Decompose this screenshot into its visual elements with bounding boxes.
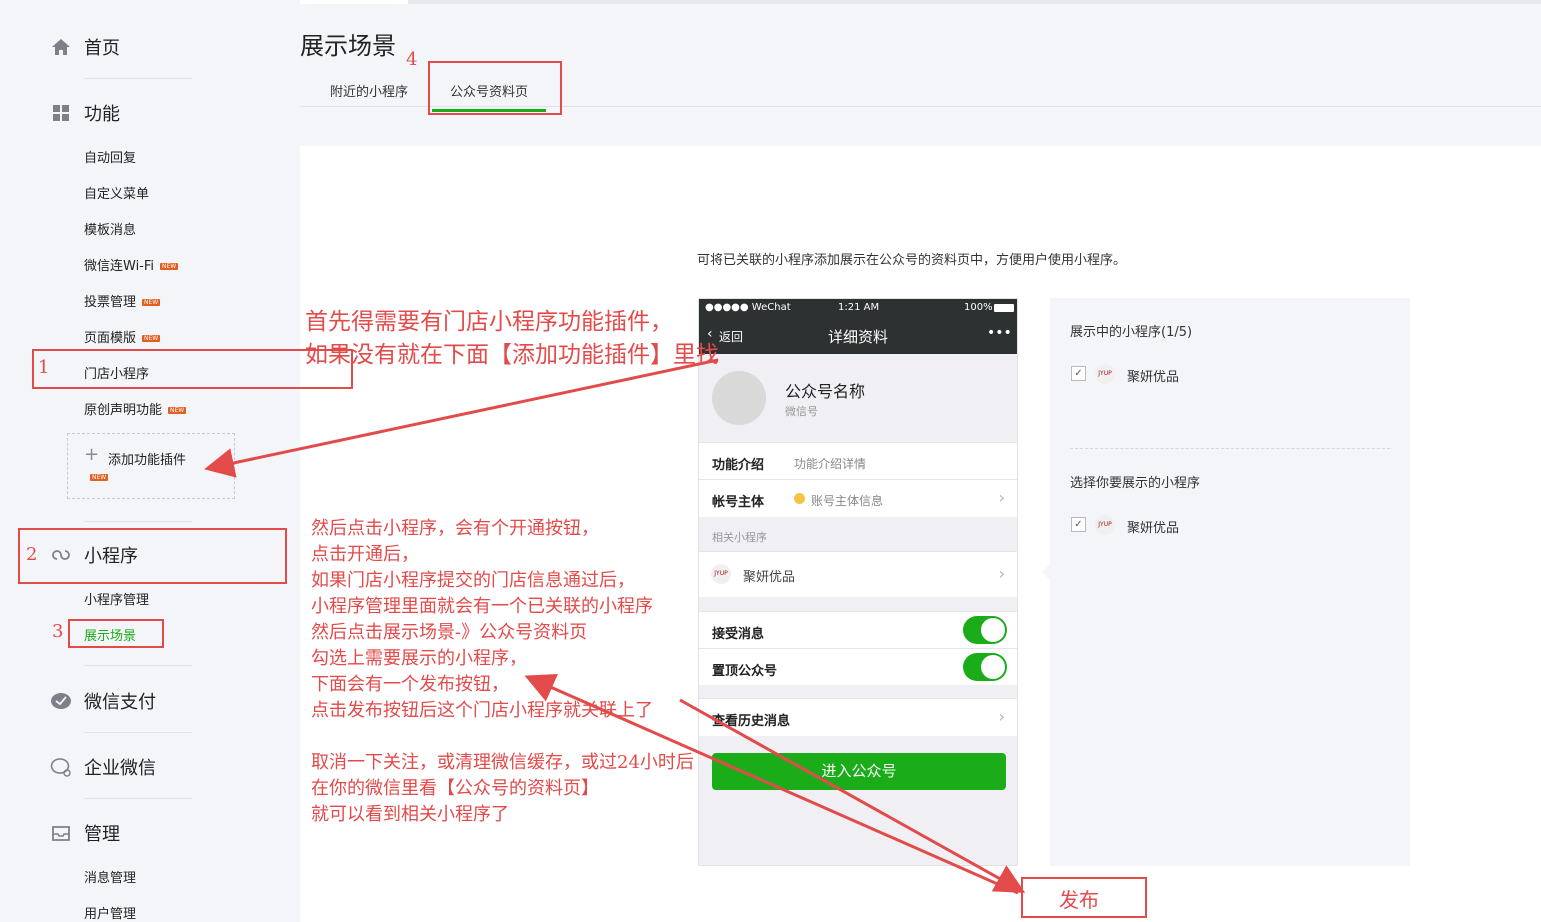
- arrow-to-publish-box: [679, 698, 1026, 893]
- arrow-to-add-plugin: [204, 358, 719, 478]
- annotation-arrows: [204, 358, 1026, 895]
- arrow-to-publish-text: [524, 673, 1019, 895]
